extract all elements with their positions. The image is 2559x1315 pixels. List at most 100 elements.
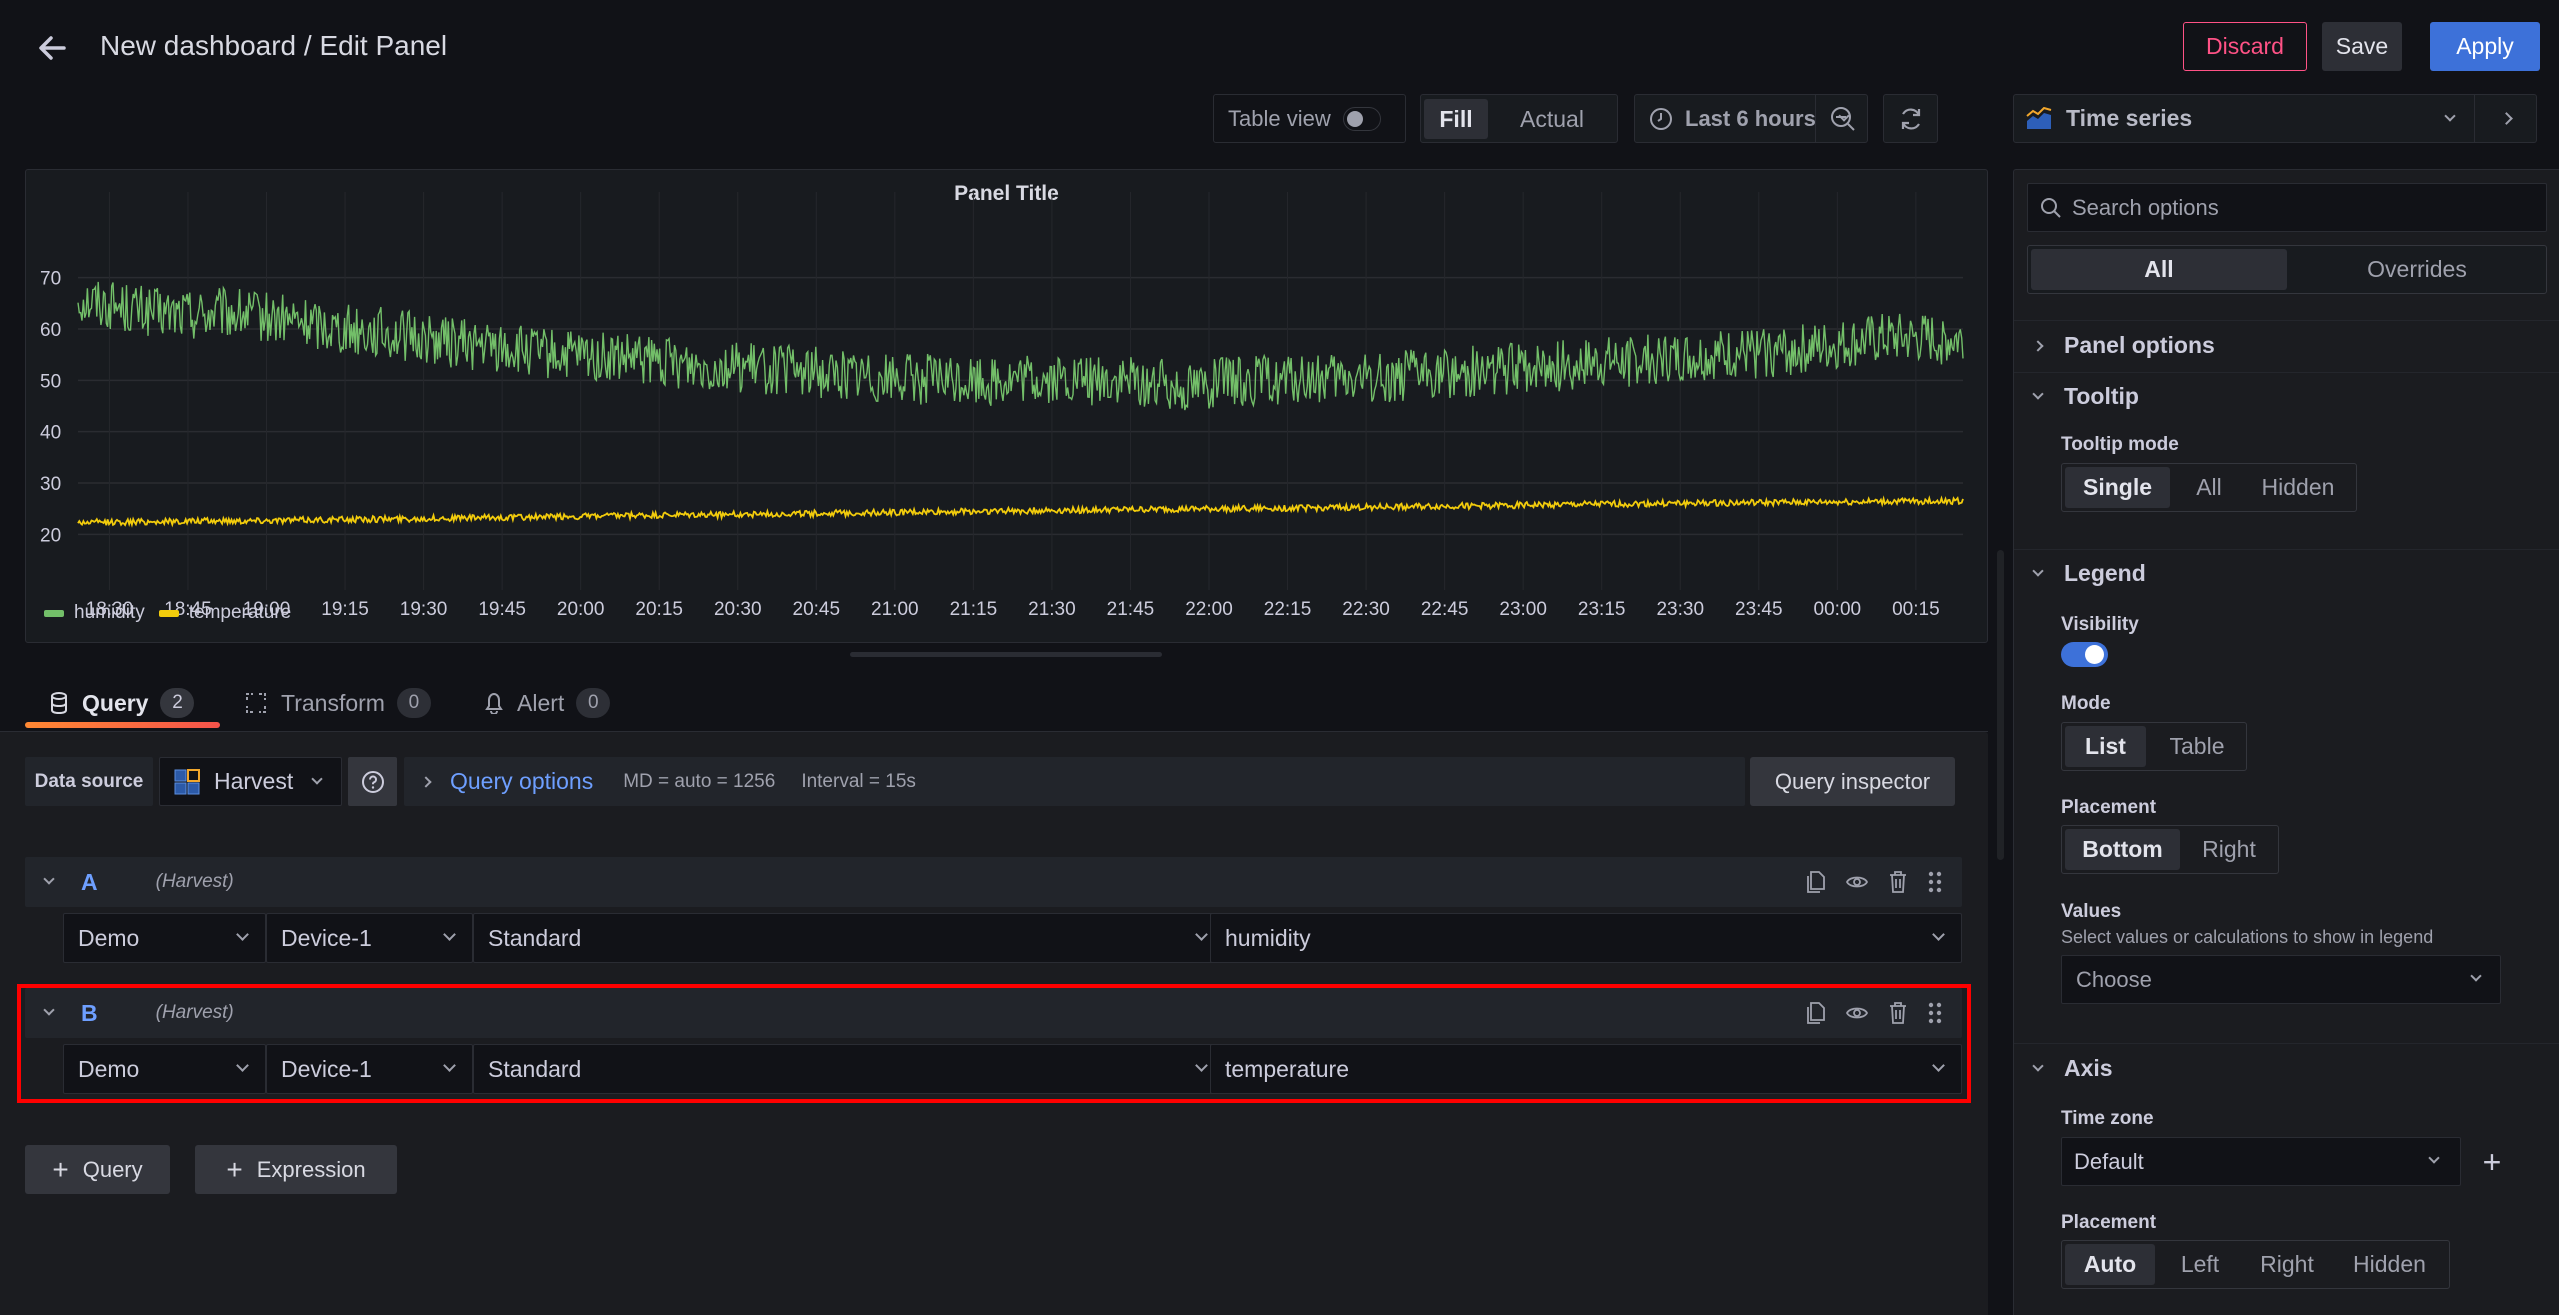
x-tick-label: 19:15	[321, 599, 369, 620]
y-tick-label: 30	[40, 474, 61, 495]
chevron-down-icon	[443, 1059, 456, 1072]
select-placeholder: Choose	[2076, 966, 2152, 992]
zoom-out-button[interactable]	[1815, 95, 1869, 142]
query-datasource-name: (Harvest)	[155, 1002, 234, 1023]
time-series-chart[interactable]: 20304050607018:30 18:45 19:00 19:15 19:30 19:…	[26, 170, 1987, 642]
tab-all-options[interactable]: All	[2031, 249, 2287, 290]
save-button[interactable]: Save	[2322, 22, 2402, 71]
axis-placement-hidden[interactable]: Hidden	[2337, 1244, 2442, 1285]
device-select[interactable]: Device-1	[266, 913, 473, 963]
tooltip-mode-hidden[interactable]: Hidden	[2248, 467, 2348, 508]
section-axis[interactable]: Axis	[2032, 1055, 2113, 1082]
tab-alert[interactable]: Alert 0	[485, 680, 635, 726]
x-tick-label: 00:15	[1892, 599, 1940, 620]
query-options-link[interactable]: Query options	[450, 768, 593, 795]
legend-placement-label: Placement	[2061, 797, 2157, 818]
add-expression-button[interactable]: + Expression	[195, 1145, 397, 1194]
legend-placement-bottom[interactable]: Bottom	[2065, 829, 2180, 870]
search-placeholder: Search options	[2072, 194, 2219, 220]
legend-item-temperature[interactable]: temperature	[158, 602, 291, 624]
legend-item-humidity[interactable]: humidity	[44, 602, 145, 624]
help-button[interactable]	[348, 757, 397, 806]
type-select[interactable]: Standard	[473, 913, 1225, 963]
axis-placement-left[interactable]: Left	[2160, 1244, 2240, 1285]
discard-button[interactable]: Discard	[2183, 22, 2307, 71]
y-tick-label: 40	[40, 423, 61, 444]
collapse-query-button[interactable]	[43, 1004, 55, 1016]
chevron-down-icon	[236, 928, 249, 941]
tab-transform[interactable]: Transform 0	[245, 680, 445, 726]
query-actions	[1806, 1001, 1942, 1025]
legend-placement-right[interactable]: Right	[2184, 829, 2274, 870]
section-panel-options[interactable]: Panel options	[2032, 332, 2215, 359]
section-divider	[2014, 320, 2559, 321]
trash-icon[interactable]	[1888, 870, 1908, 894]
x-tick-label: 19:45	[478, 599, 526, 620]
add-timezone-button[interactable]: +	[2477, 1142, 2507, 1182]
query-options-bar[interactable]: Query options MD = auto = 1256 Interval …	[404, 757, 1745, 806]
visualization-picker[interactable]: Time series	[2013, 94, 2537, 143]
tab-count-badge: 0	[576, 688, 611, 718]
table-view-switch[interactable]	[1342, 106, 1381, 131]
account-select[interactable]: Demo	[63, 913, 266, 963]
fill-button[interactable]: Fill	[1424, 99, 1488, 139]
max-datapoints-info: MD = auto = 1256	[623, 770, 776, 792]
duplicate-query-icon[interactable]	[1806, 870, 1826, 894]
chart-legend: humidity temperature	[44, 602, 291, 624]
query-ref-id[interactable]: B	[81, 1000, 98, 1027]
legend-visibility-toggle[interactable]	[2061, 642, 2108, 667]
back-button[interactable]	[30, 30, 74, 66]
y-tick-label: 20	[40, 525, 61, 546]
legend-mode-table[interactable]: Table	[2152, 726, 2242, 767]
eye-icon[interactable]	[1846, 1002, 1868, 1024]
tooltip-mode-all[interactable]: All	[2174, 467, 2244, 508]
time-series-icon	[2026, 106, 2052, 129]
legend-values-select[interactable]: Choose	[2061, 955, 2501, 1004]
account-select[interactable]: Demo	[63, 1044, 266, 1094]
tooltip-mode-label: Tooltip mode	[2061, 434, 2179, 455]
drag-handle-icon[interactable]	[1928, 1001, 1942, 1025]
search-icon	[2041, 197, 2061, 218]
query-ref-id[interactable]: A	[81, 869, 98, 896]
device-select[interactable]: Device-1	[266, 1044, 473, 1094]
legend-visibility-label: Visibility	[2061, 614, 2139, 635]
section-title-text: Tooltip	[2064, 383, 2139, 409]
search-options-input[interactable]: Search options	[2027, 183, 2547, 232]
datasource-picker[interactable]: Harvest	[159, 757, 342, 806]
x-tick-label: 22:45	[1421, 599, 1469, 620]
trash-icon[interactable]	[1888, 1001, 1908, 1025]
add-query-label: Query	[82, 1156, 143, 1182]
panel-resize-handle[interactable]	[850, 652, 1162, 657]
x-tick-label: 19:30	[400, 599, 448, 620]
eye-icon[interactable]	[1846, 871, 1868, 893]
tab-query[interactable]: Query 2	[25, 680, 220, 726]
axis-placement-right[interactable]: Right	[2242, 1244, 2332, 1285]
add-query-button[interactable]: + Query	[25, 1145, 170, 1194]
actual-button[interactable]: Actual	[1493, 99, 1611, 139]
metric-select[interactable]: temperature	[1210, 1044, 1962, 1094]
legend-mode-list[interactable]: List	[2065, 726, 2146, 767]
axis-timezone-select[interactable]: Default	[2061, 1137, 2461, 1186]
query-inspector-button[interactable]: Query inspector	[1750, 757, 1955, 806]
chevron-down-icon	[311, 772, 323, 785]
query-actions	[1806, 870, 1942, 894]
chevron-down-icon	[1195, 928, 1208, 941]
x-tick-label: 23:00	[1499, 599, 1547, 620]
legend-mode-group: List Table	[2061, 722, 2247, 771]
tooltip-mode-single[interactable]: Single	[2065, 467, 2170, 508]
apply-button[interactable]: Apply	[2430, 22, 2540, 71]
drag-handle-icon[interactable]	[1928, 870, 1942, 894]
section-legend[interactable]: Legend	[2032, 560, 2146, 587]
duplicate-query-icon[interactable]	[1806, 1001, 1826, 1025]
time-picker[interactable]: Last 6 hours	[1634, 94, 1868, 143]
axis-placement-auto[interactable]: Auto	[2065, 1244, 2155, 1285]
scrollbar[interactable]	[1997, 550, 2004, 860]
metric-select[interactable]: humidity	[1210, 913, 1962, 963]
type-select[interactable]: Standard	[473, 1044, 1225, 1094]
tab-overrides[interactable]: Overrides	[2290, 249, 2544, 290]
section-tooltip[interactable]: Tooltip	[2032, 383, 2139, 410]
x-tick-label: 21:15	[950, 599, 998, 620]
collapse-options-button[interactable]	[2474, 95, 2537, 142]
collapse-query-button[interactable]	[43, 873, 55, 885]
refresh-button[interactable]	[1883, 94, 1938, 143]
